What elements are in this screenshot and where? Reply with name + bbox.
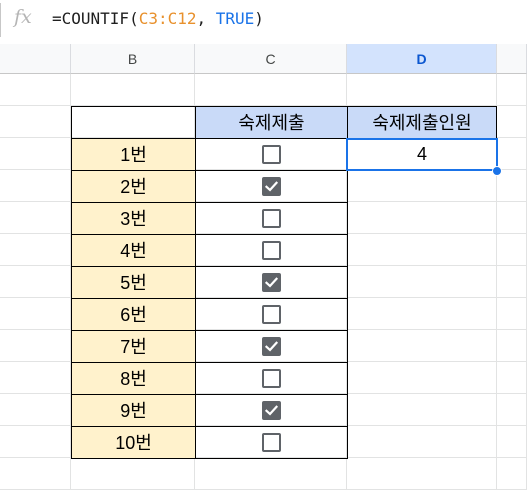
checkbox-cell[interactable] <box>195 138 348 171</box>
student-label-cell[interactable]: 10번 <box>71 426 196 459</box>
grid-cell[interactable] <box>497 458 527 490</box>
table-header-homework[interactable]: 숙제제출 <box>195 106 348 139</box>
student-label-cell[interactable]: 6번 <box>71 298 196 331</box>
checkbox-unchecked[interactable] <box>262 369 281 388</box>
grid-cell[interactable] <box>347 170 497 202</box>
checkmark-icon <box>264 181 279 192</box>
grid-cell[interactable] <box>0 202 71 234</box>
column-header[interactable] <box>497 44 527 74</box>
grid-cell[interactable] <box>347 298 497 330</box>
formula-bar: fx =COUNTIF(C3:C12, TRUE) <box>0 0 527 40</box>
checkbox-cell[interactable] <box>195 234 348 267</box>
grid-cell[interactable] <box>0 170 71 202</box>
grid-cell[interactable] <box>0 330 71 362</box>
column-header-c[interactable]: C <box>195 44 347 74</box>
checkbox-cell[interactable] <box>195 362 348 395</box>
grid-cell[interactable] <box>497 138 527 170</box>
checkbox-unchecked[interactable] <box>262 209 281 228</box>
student-label-cell[interactable]: 3번 <box>71 202 196 235</box>
checkbox-checked[interactable] <box>262 337 281 356</box>
table-header-count[interactable]: 숙제제출인원 <box>347 106 497 139</box>
grid-cell[interactable] <box>347 458 497 490</box>
checkbox-cell[interactable] <box>195 266 348 299</box>
grid-cell[interactable] <box>497 426 527 458</box>
grid-cell[interactable] <box>347 330 497 362</box>
grid-cell[interactable] <box>347 426 497 458</box>
selected-cell-outline <box>346 138 498 171</box>
grid-cell[interactable] <box>497 394 527 426</box>
checkbox-checked[interactable] <box>262 177 281 196</box>
grid-cell[interactable] <box>347 394 497 426</box>
grid-cell[interactable] <box>0 234 71 266</box>
grid-cell[interactable] <box>497 362 527 394</box>
checkbox-unchecked[interactable] <box>262 145 281 164</box>
checkbox-cell[interactable] <box>195 298 348 331</box>
grid-cell[interactable] <box>0 138 71 170</box>
grid-cell[interactable] <box>71 74 195 106</box>
student-label-cell[interactable]: 5번 <box>71 266 196 299</box>
formula-separator: , <box>196 9 216 28</box>
grid-cell[interactable] <box>497 298 527 330</box>
student-label-cell[interactable]: 9번 <box>71 394 196 427</box>
checkbox-cell[interactable] <box>195 170 348 203</box>
grid-cell[interactable] <box>0 394 71 426</box>
grid-cell[interactable] <box>347 74 497 106</box>
grid-cell[interactable] <box>0 298 71 330</box>
grid-cell[interactable] <box>0 74 71 106</box>
grid-cell[interactable] <box>195 74 347 106</box>
formula-range-ref: C3:C12 <box>138 9 197 28</box>
checkbox-cell[interactable] <box>195 394 348 427</box>
student-label-cell[interactable]: 2번 <box>71 170 196 203</box>
formula-function: =COUNTIF( <box>52 9 139 28</box>
checkbox-checked[interactable] <box>262 273 281 292</box>
student-label-cell[interactable]: 1번 <box>71 138 196 171</box>
student-label-cell[interactable]: 4번 <box>71 234 196 267</box>
grid-cell[interactable] <box>497 266 527 298</box>
column-header-d[interactable]: D <box>347 44 497 74</box>
column-header-b[interactable]: B <box>71 44 195 74</box>
checkbox-unchecked[interactable] <box>262 433 281 452</box>
table-header-blank[interactable] <box>71 106 196 139</box>
grid-cell[interactable] <box>497 74 527 106</box>
checkmark-icon <box>264 341 279 352</box>
grid-cell[interactable] <box>497 106 527 138</box>
grid-cell[interactable] <box>347 362 497 394</box>
fx-icon: fx <box>14 6 32 28</box>
checkbox-unchecked[interactable] <box>262 241 281 260</box>
student-label-cell[interactable]: 8번 <box>71 362 196 395</box>
checkmark-icon <box>264 277 279 288</box>
fill-handle[interactable] <box>492 166 502 176</box>
checkbox-checked[interactable] <box>262 401 281 420</box>
grid-cell[interactable] <box>195 458 347 490</box>
checkbox-unchecked[interactable] <box>262 305 281 324</box>
grid-cell[interactable] <box>497 330 527 362</box>
grid-cell[interactable] <box>71 458 195 490</box>
checkmark-icon <box>264 405 279 416</box>
grid-cell[interactable] <box>0 458 71 490</box>
formula-bool-arg: TRUE <box>215 9 255 28</box>
grid-cell[interactable] <box>347 202 497 234</box>
grid-cell[interactable] <box>497 202 527 234</box>
grid-cell[interactable] <box>0 426 71 458</box>
checkbox-cell[interactable] <box>195 202 348 235</box>
checkbox-cell[interactable] <box>195 426 348 459</box>
grid-cell[interactable] <box>0 362 71 394</box>
grid-cell[interactable] <box>0 266 71 298</box>
formula-bar-divider <box>0 3 1 37</box>
formula-input[interactable]: =COUNTIF(C3:C12, TRUE) <box>52 9 264 28</box>
grid-cell[interactable] <box>347 234 497 266</box>
grid-cell[interactable] <box>347 266 497 298</box>
grid-cell[interactable] <box>497 234 527 266</box>
student-label-cell[interactable]: 7번 <box>71 330 196 363</box>
grid-cell[interactable] <box>0 106 71 138</box>
grid-cell[interactable] <box>497 170 527 202</box>
formula-close: ) <box>254 9 264 28</box>
column-header[interactable] <box>0 44 71 74</box>
checkbox-cell[interactable] <box>195 330 348 363</box>
